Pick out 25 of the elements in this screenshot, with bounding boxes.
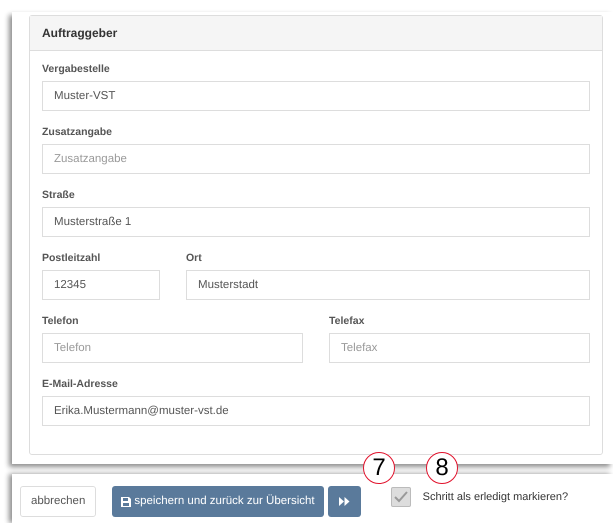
save-button[interactable]: speichern und zurück zur Übersicht xyxy=(112,486,324,517)
input-field[interactable]: Erika.Mustermann@muster-vst.de xyxy=(42,396,590,426)
callout-marker: 7 xyxy=(363,452,395,484)
input-field[interactable]: Muster-VST xyxy=(42,81,590,111)
input-field[interactable]: Telefax xyxy=(329,333,590,363)
field-label: Telefon xyxy=(42,314,80,328)
forward-button[interactable] xyxy=(328,486,361,517)
field-label: Ort xyxy=(186,251,203,265)
field-label: Straße xyxy=(42,188,76,202)
field-label: E-Mail-Adresse xyxy=(42,377,119,391)
input-field[interactable]: 12345 xyxy=(42,270,160,300)
input-field[interactable]: Musterstadt xyxy=(186,270,590,300)
checkmark-icon xyxy=(394,491,408,503)
input-field[interactable]: Telefon xyxy=(42,333,303,363)
field-label: Zusatzangabe xyxy=(42,125,114,139)
field-label: Vergabestelle xyxy=(42,62,111,76)
field-label: Postleitzahl xyxy=(42,251,102,265)
panel-title: Auftraggeber xyxy=(42,25,118,42)
input-field[interactable]: Zusatzangabe xyxy=(42,144,590,174)
input-field[interactable]: Musterstraße 1 xyxy=(42,207,590,237)
fast-forward-icon xyxy=(338,497,350,506)
checkbox-label: Schritt als erledigt markieren? xyxy=(422,490,568,505)
field-label: Telefax xyxy=(329,314,366,328)
cancel-button[interactable]: abbrechen xyxy=(20,486,96,517)
callout-marker: 8 xyxy=(426,452,458,484)
